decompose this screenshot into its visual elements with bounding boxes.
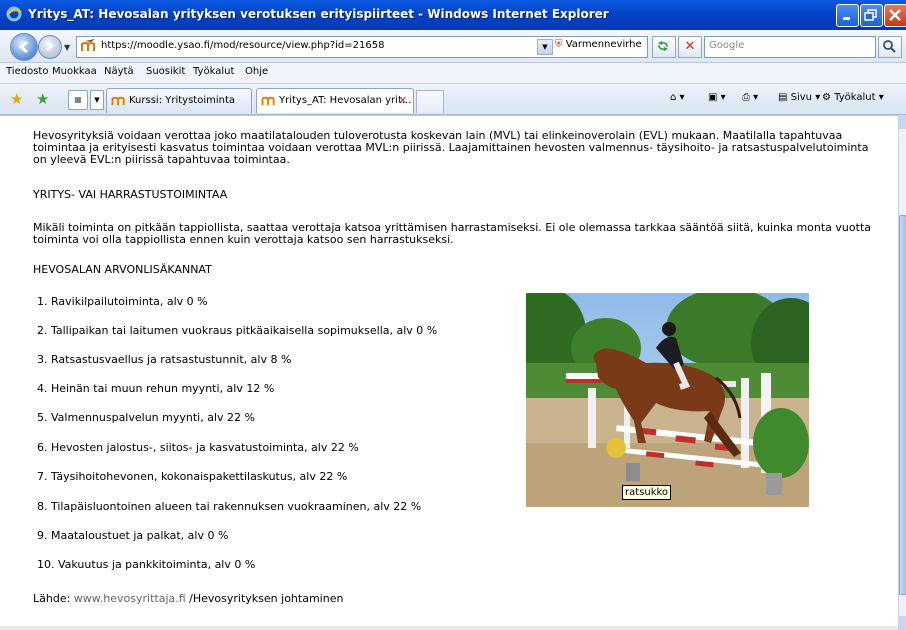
- scroll-down-button[interactable]: [899, 616, 906, 630]
- list-item: 8. Tilapäisluontoinen alueen tai rakennu…: [37, 500, 422, 513]
- moodle-favicon-icon: [111, 96, 125, 106]
- list-item: 2. Tallipaikan tai laitumen vuokraus pit…: [37, 324, 438, 337]
- list-item: 9. Maataloustuet ja palkat, alv 0 %: [37, 529, 229, 542]
- menu-help[interactable]: Ohje: [245, 66, 268, 77]
- home-icon[interactable]: ⌂ ▾: [670, 92, 685, 103]
- vertical-scrollbar[interactable]: [898, 115, 906, 630]
- certificate-error-label: Varmennevirhe: [565, 39, 642, 50]
- page-menu-label: Sivu: [790, 92, 813, 103]
- tools-menu[interactable]: ⚙ Työkalut ▾: [822, 92, 884, 103]
- list-item: 4. Heinän tai muun rehun myynti, alv 12 …: [37, 382, 275, 395]
- page-menu[interactable]: ▤ Sivu ▾: [778, 92, 820, 103]
- tab-close-icon[interactable]: ✕: [398, 94, 407, 107]
- intro-line-3: on yleevä EVL:n piirissä tapahtuvaa toim…: [33, 153, 290, 166]
- section-heading-business: YRITYS- VAI HARRASTUSTOIMINTAA: [33, 188, 228, 201]
- tools-menu-label: Työkalut: [834, 92, 876, 103]
- search-button[interactable]: [878, 36, 902, 58]
- history-dropdown-icon[interactable]: ▼: [64, 43, 70, 52]
- stop-button[interactable]: ✕: [678, 36, 702, 58]
- tab-course-label: Kurssi: Yritystoiminta: [129, 95, 236, 106]
- search-placeholder: Google: [709, 40, 745, 51]
- list-item: 5. Valmennuspalvelun myynti, alv 22 %: [37, 411, 255, 424]
- title-bar: Yritys_AT: Hevosalan yrityksen verotukse…: [0, 0, 906, 30]
- menu-edit[interactable]: Muokkaa: [52, 66, 97, 77]
- menu-bar: Tiedosto Muokkaa Näytä Suosikit Työkalut…: [0, 63, 906, 84]
- list-item: 3. Ratsastusvaellus ja ratsastustunnit, …: [37, 353, 292, 366]
- section-heading-vat: HEVOSALAN ARVONLISÄKANNAT: [33, 263, 212, 276]
- add-favorite-icon[interactable]: ★: [36, 91, 49, 107]
- tab-current-label: Yritys_AT: Hevosalan yrit...: [279, 95, 412, 106]
- show-jumping-photo: [526, 293, 809, 507]
- source-rest: /Hevosyrityksen johtaminen: [189, 592, 344, 605]
- source-line: Lähde: www.hevosyrittaja.fi /Hevosyrityk…: [33, 593, 343, 605]
- scroll-up-button[interactable]: [899, 115, 906, 129]
- tab-current-page[interactable]: Yritys_AT: Hevosalan yrit... ✕: [256, 88, 414, 113]
- moodle-favicon-icon: [261, 96, 275, 106]
- close-window-button[interactable]: [884, 4, 906, 27]
- ie-logo-icon: [6, 6, 22, 22]
- search-input[interactable]: Google: [704, 36, 876, 58]
- back-arrow-icon: [18, 40, 28, 54]
- window-title: Yritys_AT: Hevosalan yrityksen verotukse…: [28, 7, 609, 21]
- address-bar[interactable]: https://moodle.ysao.fi/mod/resource/view…: [76, 36, 648, 58]
- refresh-button[interactable]: [652, 36, 676, 58]
- address-dropdown-icon[interactable]: ▼: [537, 39, 553, 55]
- image-tooltip: ratsukko: [622, 485, 672, 500]
- back-button[interactable]: [10, 33, 38, 61]
- forward-button[interactable]: [38, 35, 62, 59]
- list-item: 10. Vakuutus ja pankkitoiminta, alv 0 %: [37, 558, 256, 571]
- menu-file[interactable]: Tiedosto: [6, 66, 48, 77]
- tab-list-dropdown[interactable]: ▼: [90, 90, 104, 110]
- forward-arrow-icon: [46, 41, 55, 51]
- maximize-button[interactable]: [860, 4, 883, 27]
- menu-tools[interactable]: Työkalut: [193, 66, 234, 77]
- menu-view[interactable]: Näytä: [104, 66, 134, 77]
- certificate-error[interactable]: ⛨ Varmennevirhe: [555, 39, 642, 53]
- feeds-icon[interactable]: ▣ ▾: [708, 92, 726, 103]
- status-bar: [0, 626, 898, 630]
- tab-course[interactable]: Kurssi: Yritystoiminta: [106, 88, 252, 113]
- favorites-star-icon[interactable]: ★: [10, 91, 23, 107]
- para2-line-2: toiminta voi olla tappiollista ennen kui…: [33, 233, 454, 246]
- list-item: 7. Täysihoitohevonen, kokonaispakettilas…: [37, 470, 348, 483]
- minimize-button[interactable]: [836, 4, 859, 27]
- shield-warning-icon: ⛨: [555, 39, 563, 50]
- scroll-thumb[interactable]: [899, 215, 906, 595]
- tab-bar: ★ ★ ▦ ▼ Kurssi: Yritystoiminta Yritys_AT…: [0, 84, 906, 115]
- magnifier-icon: [883, 40, 896, 53]
- menu-favorites[interactable]: Suosikit: [146, 66, 185, 77]
- navigation-bar: ▼ https://moodle.ysao.fi/mod/resource/vi…: [0, 30, 906, 63]
- source-link[interactable]: www.hevosyrittaja.fi: [74, 592, 186, 605]
- quick-tabs-button[interactable]: ▦: [68, 90, 88, 110]
- refresh-icon: [658, 41, 668, 51]
- list-item: 1. Ravikilpailutoiminta, alv 0 %: [37, 295, 208, 308]
- moodle-favicon-icon: [81, 39, 95, 51]
- address-url[interactable]: https://moodle.ysao.fi/mod/resource/view…: [101, 40, 384, 51]
- print-icon[interactable]: ⎙ ▾: [742, 92, 758, 103]
- new-tab-button[interactable]: [416, 90, 444, 113]
- list-item: 6. Hevosten jalostus-, siitos- ja kasvat…: [37, 441, 359, 454]
- source-label: Lähde:: [33, 592, 71, 605]
